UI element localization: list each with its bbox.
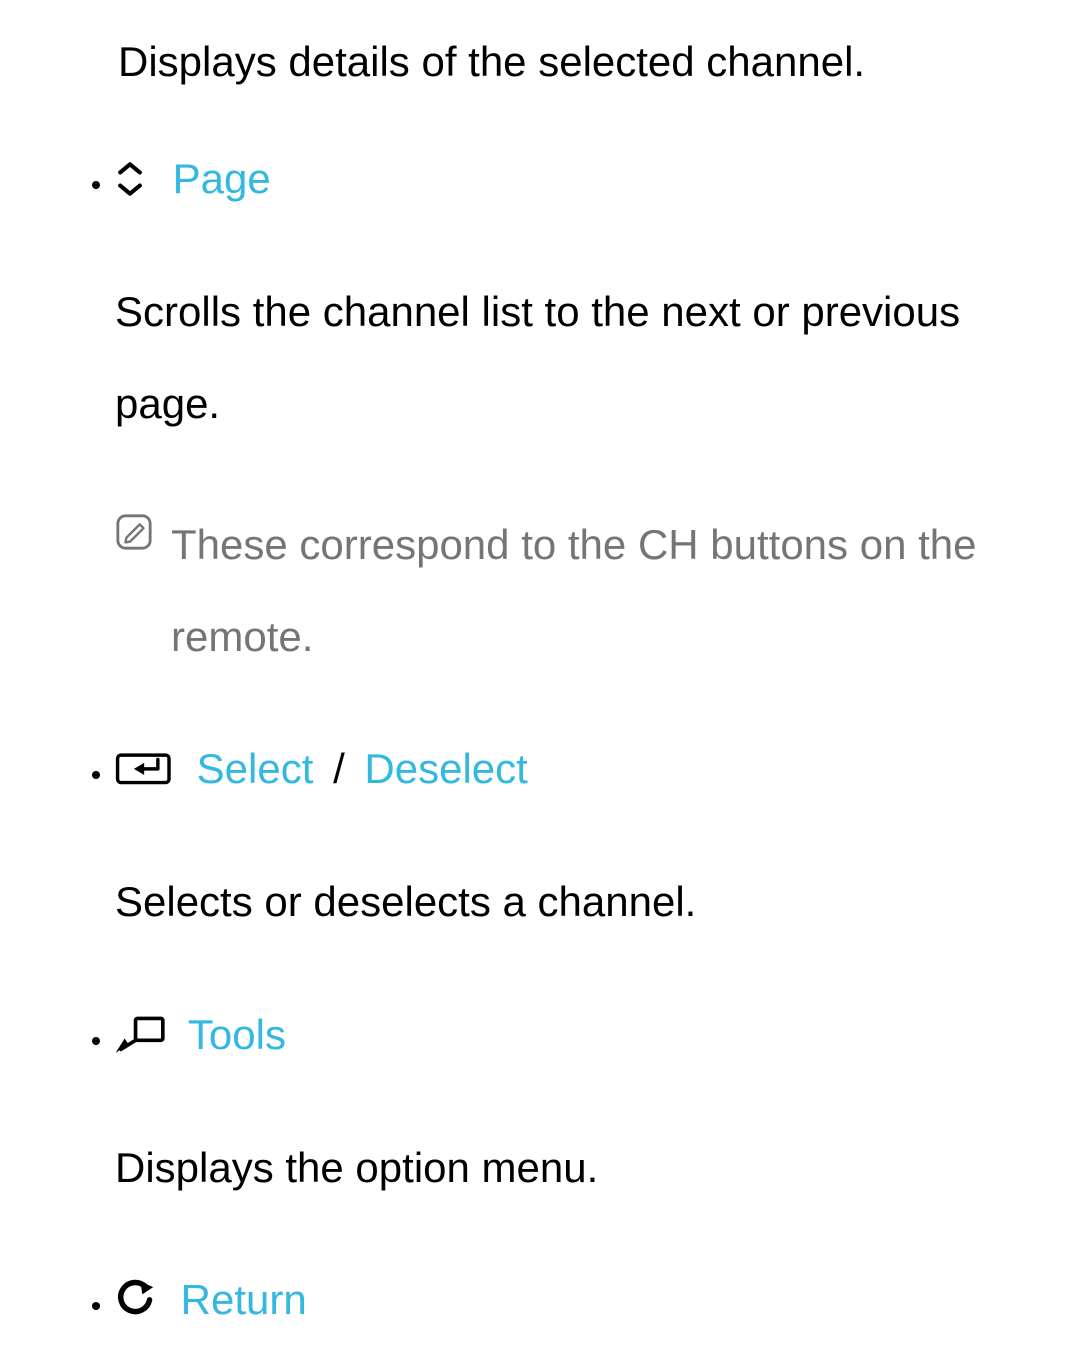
list-item-select: Select / Deselect Selects or deselects a… [115, 739, 1050, 948]
item-note: These correspond to the CH buttons on th… [115, 499, 1050, 684]
return-icon [115, 1278, 159, 1318]
list-item-page: Page Scrolls the channel list to the nex… [115, 149, 1050, 683]
item-description: Scrolls the channel list to the next or … [115, 266, 1050, 451]
item-description: Selects or deselects a channel. [115, 856, 1050, 948]
list-item-tools: Tools Displays the option menu. [115, 1005, 1050, 1214]
item-list: Page Scrolls the channel list to the nex… [30, 149, 1050, 1331]
tools-icon [115, 1013, 167, 1053]
item-label: Tools [188, 1011, 286, 1058]
item-note-text: These correspond to the CH buttons on th… [171, 499, 1050, 684]
label-separator: / [333, 745, 345, 792]
document-page: Displays details of the selected channel… [0, 0, 1080, 1361]
note-icon [115, 513, 153, 551]
list-item-return: Return [115, 1270, 1050, 1331]
enter-icon [115, 749, 175, 787]
item-label-alt: Deselect [364, 745, 527, 792]
intro-text: Displays details of the selected channel… [118, 30, 1050, 93]
item-label: Select [197, 745, 314, 792]
item-description: Displays the option menu. [115, 1122, 1050, 1214]
page-up-down-icon [115, 161, 151, 197]
item-label: Page [173, 155, 271, 202]
item-label: Return [181, 1276, 307, 1323]
